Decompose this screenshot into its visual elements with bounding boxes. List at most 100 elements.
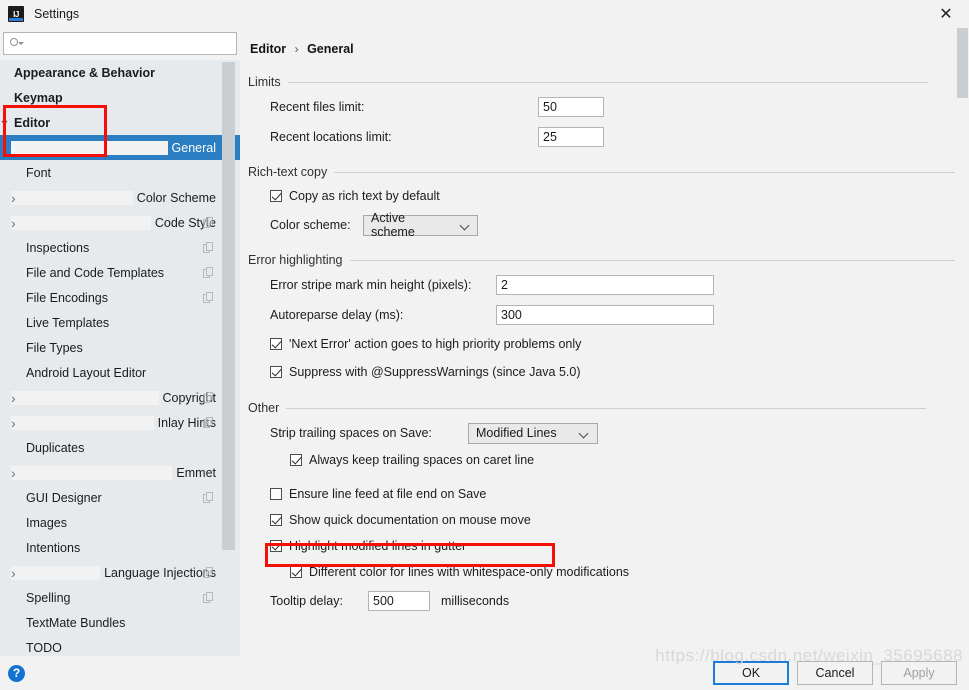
sidebar-item-label: TextMate Bundles: [26, 615, 126, 630]
cancel-button[interactable]: Cancel: [797, 661, 873, 685]
sidebar-item-android-layout-editor[interactable]: Android Layout Editor: [0, 360, 240, 385]
strip-trailing-spaces-label: Strip trailing spaces on Save:: [270, 426, 432, 440]
strip-trailing-spaces-dropdown[interactable]: Modified Lines: [468, 422, 598, 444]
section-other: Other Strip trailing spaces on Save: Mod…: [248, 401, 955, 613]
search-icon: [10, 37, 24, 50]
recent-locations-limit-label: Recent locations limit:: [270, 130, 392, 144]
dialog-body: Appearance & Behavior Keymap Editor General…: [0, 28, 969, 690]
chevron-right-icon[interactable]: [11, 465, 173, 480]
copy-settings-icon: [203, 292, 214, 303]
content-scrollbar[interactable]: [956, 28, 969, 656]
row-suppress-warnings[interactable]: Suppress with @SuppressWarnings (since J…: [248, 361, 955, 383]
sidebar-item-live-templates[interactable]: Live Templates: [0, 310, 240, 335]
row-ensure-line-feed[interactable]: Ensure line feed at file end on Save: [248, 483, 955, 505]
chevron-right-icon[interactable]: [11, 215, 151, 230]
sidebar-item-label: Language Injections: [104, 565, 216, 580]
sidebar-item-general[interactable]: General: [0, 135, 240, 160]
row-show-quick-documentation[interactable]: Show quick documentation on mouse move: [248, 509, 955, 531]
chevron-down-icon[interactable]: [0, 116, 10, 130]
recent-files-limit-input[interactable]: [538, 97, 604, 117]
sidebar-item-font[interactable]: Font: [0, 160, 240, 185]
sidebar-item-color-scheme[interactable]: Color Scheme: [0, 185, 240, 210]
error-stripe-min-height-label: Error stripe mark min height (pixels):: [270, 278, 472, 292]
row-next-error-high-priority[interactable]: 'Next Error' action goes to high priorit…: [248, 333, 955, 355]
sidebar-item-label: Keymap: [14, 90, 63, 105]
different-color-checkbox[interactable]: [290, 566, 302, 578]
row-different-color-whitespace[interactable]: Different color for lines with whitespac…: [248, 561, 955, 583]
sidebar-item-textmate-bundles[interactable]: TextMate Bundles: [0, 610, 240, 635]
settings-content-pane: Editor › General Limits Recent files lim…: [240, 28, 969, 690]
copy-settings-icon: [203, 592, 214, 603]
sidebar-item-copyright[interactable]: Copyright: [0, 385, 240, 410]
general-settings-content: Editor › General Limits Recent files lim…: [240, 28, 969, 656]
row-copy-as-rich-text[interactable]: Copy as rich text by default: [248, 185, 955, 207]
search-input[interactable]: [27, 35, 232, 52]
sidebar-item-images[interactable]: Images: [0, 510, 240, 535]
error-stripe-min-height-input[interactable]: [496, 275, 714, 295]
sidebar-item-language-injections[interactable]: Language Injections: [0, 560, 240, 585]
sidebar-item-file-encodings[interactable]: File Encodings: [0, 285, 240, 310]
recent-files-limit-label: Recent files limit:: [270, 100, 365, 114]
suppress-warnings-checkbox[interactable]: [270, 366, 282, 378]
sidebar-item-file-and-code-templates[interactable]: File and Code Templates: [0, 260, 240, 285]
sidebar-item-label: Images: [26, 515, 67, 530]
sidebar-item-editor[interactable]: Editor: [0, 110, 240, 135]
ensure-line-feed-label: Ensure line feed at file end on Save: [289, 487, 487, 501]
sidebar-item-code-style[interactable]: Code Style: [0, 210, 240, 235]
search-area: [0, 28, 240, 60]
sidebar-item-emmet[interactable]: Emmet: [0, 460, 240, 485]
sidebar-scrollbar-thumb[interactable]: [222, 62, 235, 550]
sidebar-item-duplicates[interactable]: Duplicates: [0, 435, 240, 460]
section-error-highlighting: Error highlighting Error stripe mark min…: [248, 253, 955, 383]
chevron-right-icon[interactable]: [11, 415, 154, 430]
chevron-right-icon[interactable]: [11, 565, 101, 580]
sidebar-item-keymap[interactable]: Keymap: [0, 85, 240, 110]
copy-settings-icon: [203, 417, 214, 428]
always-keep-trailing-checkbox[interactable]: [290, 454, 302, 466]
sidebar-item-inlay-hints[interactable]: Inlay Hints: [0, 410, 240, 435]
settings-sidebar: Appearance & Behavior Keymap Editor General…: [0, 28, 240, 690]
sidebar-item-label: Live Templates: [26, 315, 110, 330]
sidebar-item-label: TODO: [26, 640, 62, 655]
chevron-right-icon[interactable]: [11, 190, 133, 205]
sidebar-item-file-types[interactable]: File Types: [0, 335, 240, 360]
copy-settings-icon: [203, 567, 214, 578]
sidebar-item-spelling[interactable]: Spelling: [0, 585, 240, 610]
sidebar-item-appearance-behavior[interactable]: Appearance & Behavior: [0, 60, 240, 85]
section-divider: [286, 407, 927, 409]
recent-locations-limit-input[interactable]: [538, 127, 604, 147]
sidebar-item-label: File Types: [26, 340, 83, 355]
copy-as-rich-text-checkbox[interactable]: [270, 190, 282, 202]
section-divider: [334, 171, 955, 173]
sidebar-item-intentions[interactable]: Intentions: [0, 535, 240, 560]
highlight-modified-lines-checkbox[interactable]: [270, 540, 282, 552]
chevron-right-icon[interactable]: [11, 390, 159, 405]
row-highlight-modified-lines[interactable]: Highlight modified lines in gutter: [248, 535, 955, 557]
ok-button[interactable]: OK: [713, 661, 789, 685]
chevron-right-icon[interactable]: [11, 140, 168, 155]
close-icon[interactable]: ✕: [923, 0, 969, 28]
tooltip-delay-input[interactable]: [368, 591, 430, 611]
ensure-line-feed-checkbox[interactable]: [270, 488, 282, 500]
sidebar-item-label: Color Scheme: [136, 190, 216, 205]
color-scheme-dropdown[interactable]: Active scheme: [363, 211, 478, 239]
help-icon[interactable]: ?: [8, 664, 25, 682]
search-box[interactable]: [3, 32, 237, 55]
show-quick-documentation-checkbox[interactable]: [270, 514, 282, 526]
apply-button[interactable]: Apply: [881, 661, 957, 685]
sidebar-item-label: File Encodings: [26, 290, 108, 305]
autoreparse-delay-input[interactable]: [496, 305, 714, 325]
section-rich-text-copy-header: Rich-text copy: [248, 165, 955, 179]
section-error-highlighting-header: Error highlighting: [248, 253, 955, 267]
sidebar-item-gui-designer[interactable]: GUI Designer: [0, 485, 240, 510]
sidebar-item-inspections[interactable]: Inspections: [0, 235, 240, 260]
sidebar-footer: ?: [0, 656, 240, 690]
content-scrollbar-thumb[interactable]: [957, 28, 968, 98]
breadcrumb-parent[interactable]: Editor: [250, 42, 286, 56]
row-strip-trailing-spaces: Strip trailing spaces on Save: Modified …: [248, 421, 955, 445]
breadcrumb-current: General: [307, 42, 354, 56]
row-always-keep-trailing[interactable]: Always keep trailing spaces on caret lin…: [248, 449, 955, 471]
sidebar-scrollbar[interactable]: [222, 60, 238, 656]
next-error-checkbox[interactable]: [270, 338, 282, 350]
sidebar-item-todo[interactable]: TODO: [0, 635, 240, 656]
